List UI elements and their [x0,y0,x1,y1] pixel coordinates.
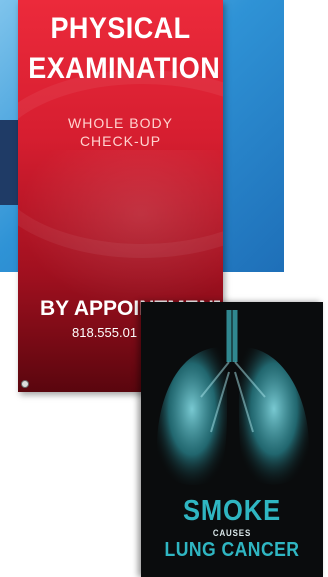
lung-cancer-title: LUNG CANCER [164,539,300,561]
causes-text: CAUSES [212,528,252,538]
banner-photo-shade [18,150,223,310]
banner-title-line1: PHYSICAL [50,12,191,45]
banner-subtitle-line1: WHOLE BODY [68,115,173,131]
smoke-title: SMOKE [183,495,281,527]
smoke-lung-cancer-banner: SMOKE CAUSES LUNG CANCER [141,302,323,577]
lungs-icon [156,310,309,486]
banner-title-line2: EXAMINATION [28,52,221,85]
grommet-icon [21,380,29,388]
banner-subtitle-line2: CHECK-UP [79,133,162,149]
